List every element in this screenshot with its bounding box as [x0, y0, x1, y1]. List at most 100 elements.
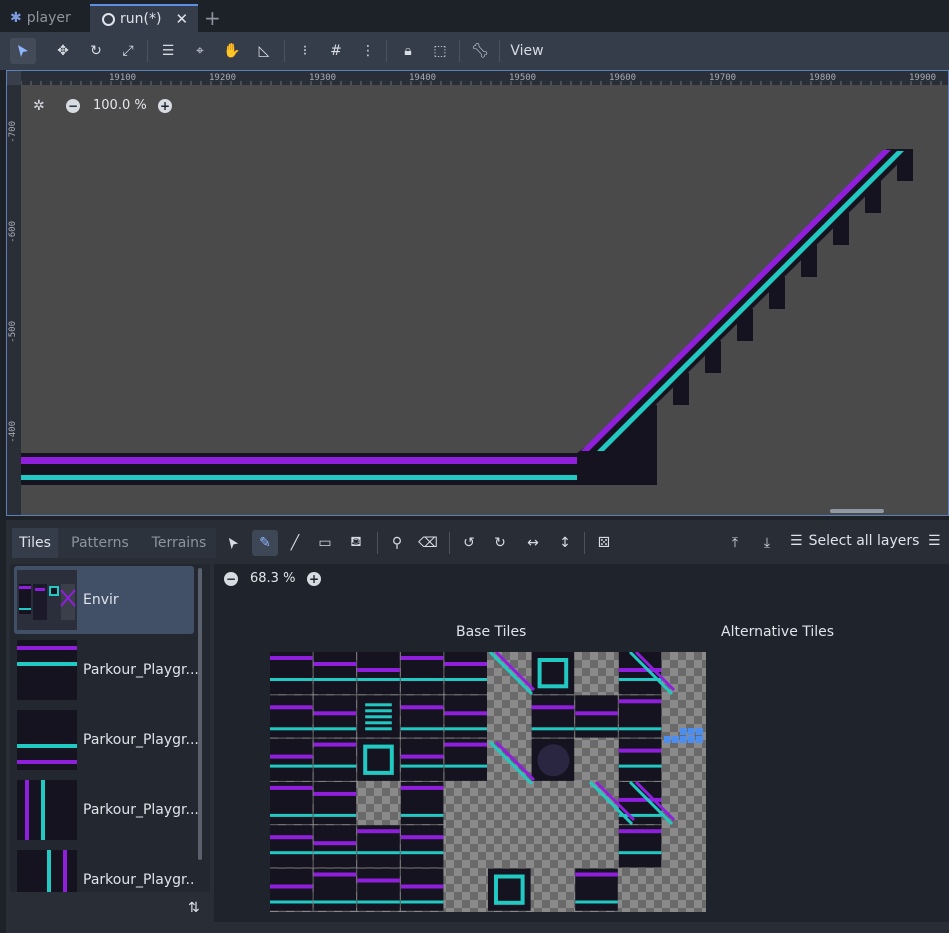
atlas-tile: [270, 678, 313, 681]
tilemap-panel: Tiles Patterns Terrains ✎ ╱ ▭ ⛾ ⚲ ⌫ ↺ ↻ …: [6, 520, 949, 933]
random-tile-button[interactable]: ⚄: [591, 530, 617, 556]
rect-tool[interactable]: ▭: [312, 530, 338, 556]
minus-icon: −: [225, 572, 237, 586]
grid-snap-button[interactable]: #: [323, 38, 349, 64]
snap-options-button[interactable]: ⋮: [355, 38, 381, 64]
view-menu-button[interactable]: View: [505, 38, 549, 64]
ruler-button[interactable]: ◺: [251, 38, 277, 64]
scale-mode-button[interactable]: ⤢: [115, 38, 141, 64]
rotate-right-button[interactable]: ↻: [487, 530, 513, 556]
atlas-tile: [270, 851, 313, 855]
atlas-tile: [618, 748, 662, 753]
atlas-tile: [400, 678, 444, 681]
paint-tool[interactable]: ✎: [252, 530, 278, 556]
move-mode-button[interactable]: ✥: [50, 38, 76, 64]
paint-icon: ✎: [259, 535, 271, 551]
select-mode-button[interactable]: [10, 38, 36, 64]
pivot-icon: ⌖: [196, 43, 204, 59]
base-tiles-label: Base Tiles: [456, 624, 527, 640]
panel-menu-button[interactable]: ☰: [928, 533, 941, 549]
atlas-tile: [357, 678, 400, 681]
flip-v-button[interactable]: ↕: [552, 530, 578, 556]
canvas-viewport[interactable]: 19100 19200 19300 19400 19500 19600 1970…: [6, 70, 949, 516]
source-thumbnail: [17, 710, 77, 770]
picker-tool[interactable]: ⚲: [384, 530, 410, 556]
add-tab-button[interactable]: +: [204, 4, 226, 32]
atlas-tile: [618, 851, 662, 855]
atlas-tile: [270, 884, 313, 889]
tab-label: run(*): [120, 11, 162, 27]
group-button[interactable]: ⬚: [427, 38, 453, 64]
source-item-envir[interactable]: Envir: [14, 566, 194, 634]
source-name: Parkour_Playgr...: [83, 802, 199, 818]
source-name: Parkour_Playgr...: [83, 872, 194, 888]
tab-patterns[interactable]: Patterns: [58, 528, 142, 558]
bucket-icon: ⛾: [350, 534, 362, 550]
atlas-tile: [680, 728, 687, 735]
atlas-tile: [313, 695, 357, 738]
select-tool[interactable]: [220, 530, 246, 556]
eraser-tool[interactable]: ⌫: [415, 530, 441, 556]
sort-sources-button[interactable]: ⇅: [188, 900, 200, 916]
atlas-tile: [618, 764, 662, 768]
atlas-zoom-out-button[interactable]: −: [224, 572, 238, 586]
bone-icon: 🦴︎: [471, 43, 489, 59]
atlas-tile: [270, 727, 313, 731]
atlas-tile: [400, 884, 444, 889]
layer-up-button[interactable]: ⤒: [722, 530, 748, 556]
bucket-tool[interactable]: ⛾: [343, 530, 369, 556]
canvas-toolbar: ✥ ↻ ⤢ ☰ ⌖ ✋ ◺ ⁝ # ⋮ 🔒︎ ⬚ 🦴︎ View: [0, 32, 949, 70]
ground-purple-strip: [21, 457, 577, 464]
tab-player[interactable]: ✱ player: [10, 4, 88, 32]
source-item[interactable]: Parkour_Playgr...: [14, 776, 199, 844]
tab-terrains[interactable]: Terrains: [142, 528, 216, 558]
atlas-tile: [618, 829, 662, 834]
lock-button[interactable]: 🔒︎: [395, 38, 421, 64]
atlas-zoom-in-button[interactable]: +: [307, 572, 321, 586]
stair-steps: [641, 149, 913, 485]
atlas-tile: [400, 656, 444, 660]
source-item[interactable]: Parkour_Playgr...: [14, 636, 199, 704]
tile-atlas[interactable]: [270, 652, 706, 912]
rotate-icon: ↻: [90, 43, 102, 59]
atlas-tile: [444, 662, 487, 666]
skeleton-button[interactable]: 🦴︎: [467, 38, 493, 64]
rotate-left-button[interactable]: ↺: [456, 530, 482, 556]
atlas-tile: [400, 825, 444, 868]
close-icon[interactable]: ✕: [175, 10, 188, 28]
more-icon: ⋮: [361, 43, 375, 59]
flip-h-button[interactable]: ↔: [520, 530, 546, 556]
atlas-tile: [313, 900, 357, 904]
atlas-tile: [357, 868, 400, 911]
pan-button[interactable]: ✋: [219, 38, 245, 64]
tab-run[interactable]: run(*) ✕: [90, 4, 198, 32]
random-icon: ⚄: [597, 535, 611, 551]
atlas-tile: [618, 738, 662, 781]
tab-tiles[interactable]: Tiles: [12, 528, 58, 558]
atlas-tile: [270, 705, 313, 710]
atlas-tile: [400, 785, 444, 790]
atlas-tile: [270, 738, 313, 781]
atlas-zoom-level[interactable]: 68.3 %: [250, 571, 295, 586]
smart-snap-button[interactable]: ⁝: [292, 38, 318, 64]
select-all-layers-button[interactable]: ☰ Select all layers: [790, 533, 919, 549]
atlas-tile: [357, 900, 400, 904]
layer-down-button[interactable]: ⤓: [754, 530, 780, 556]
move-icon: ✥: [57, 43, 69, 59]
line-icon: ╱: [290, 535, 300, 551]
list-select-button[interactable]: ☰: [155, 38, 181, 64]
source-item[interactable]: Parkour_Playgr...: [14, 706, 199, 774]
atlas-tile: [313, 813, 357, 817]
source-list-scrollbar[interactable]: [198, 568, 202, 860]
sort-icon: ⇅: [188, 900, 200, 916]
source-item[interactable]: Parkour_Playgr...: [14, 846, 194, 896]
atlas-tile: [270, 835, 313, 840]
pivot-button[interactable]: ⌖: [187, 38, 213, 64]
viewport-scrollbar[interactable]: [830, 509, 884, 513]
atlas-tile: [696, 728, 703, 735]
eraser-icon: ⌫: [418, 535, 438, 551]
list-select-icon: ☰: [161, 43, 175, 59]
atlas-tile: [575, 711, 618, 716]
rotate-mode-button[interactable]: ↻: [83, 38, 109, 64]
line-tool[interactable]: ╱: [282, 530, 308, 556]
